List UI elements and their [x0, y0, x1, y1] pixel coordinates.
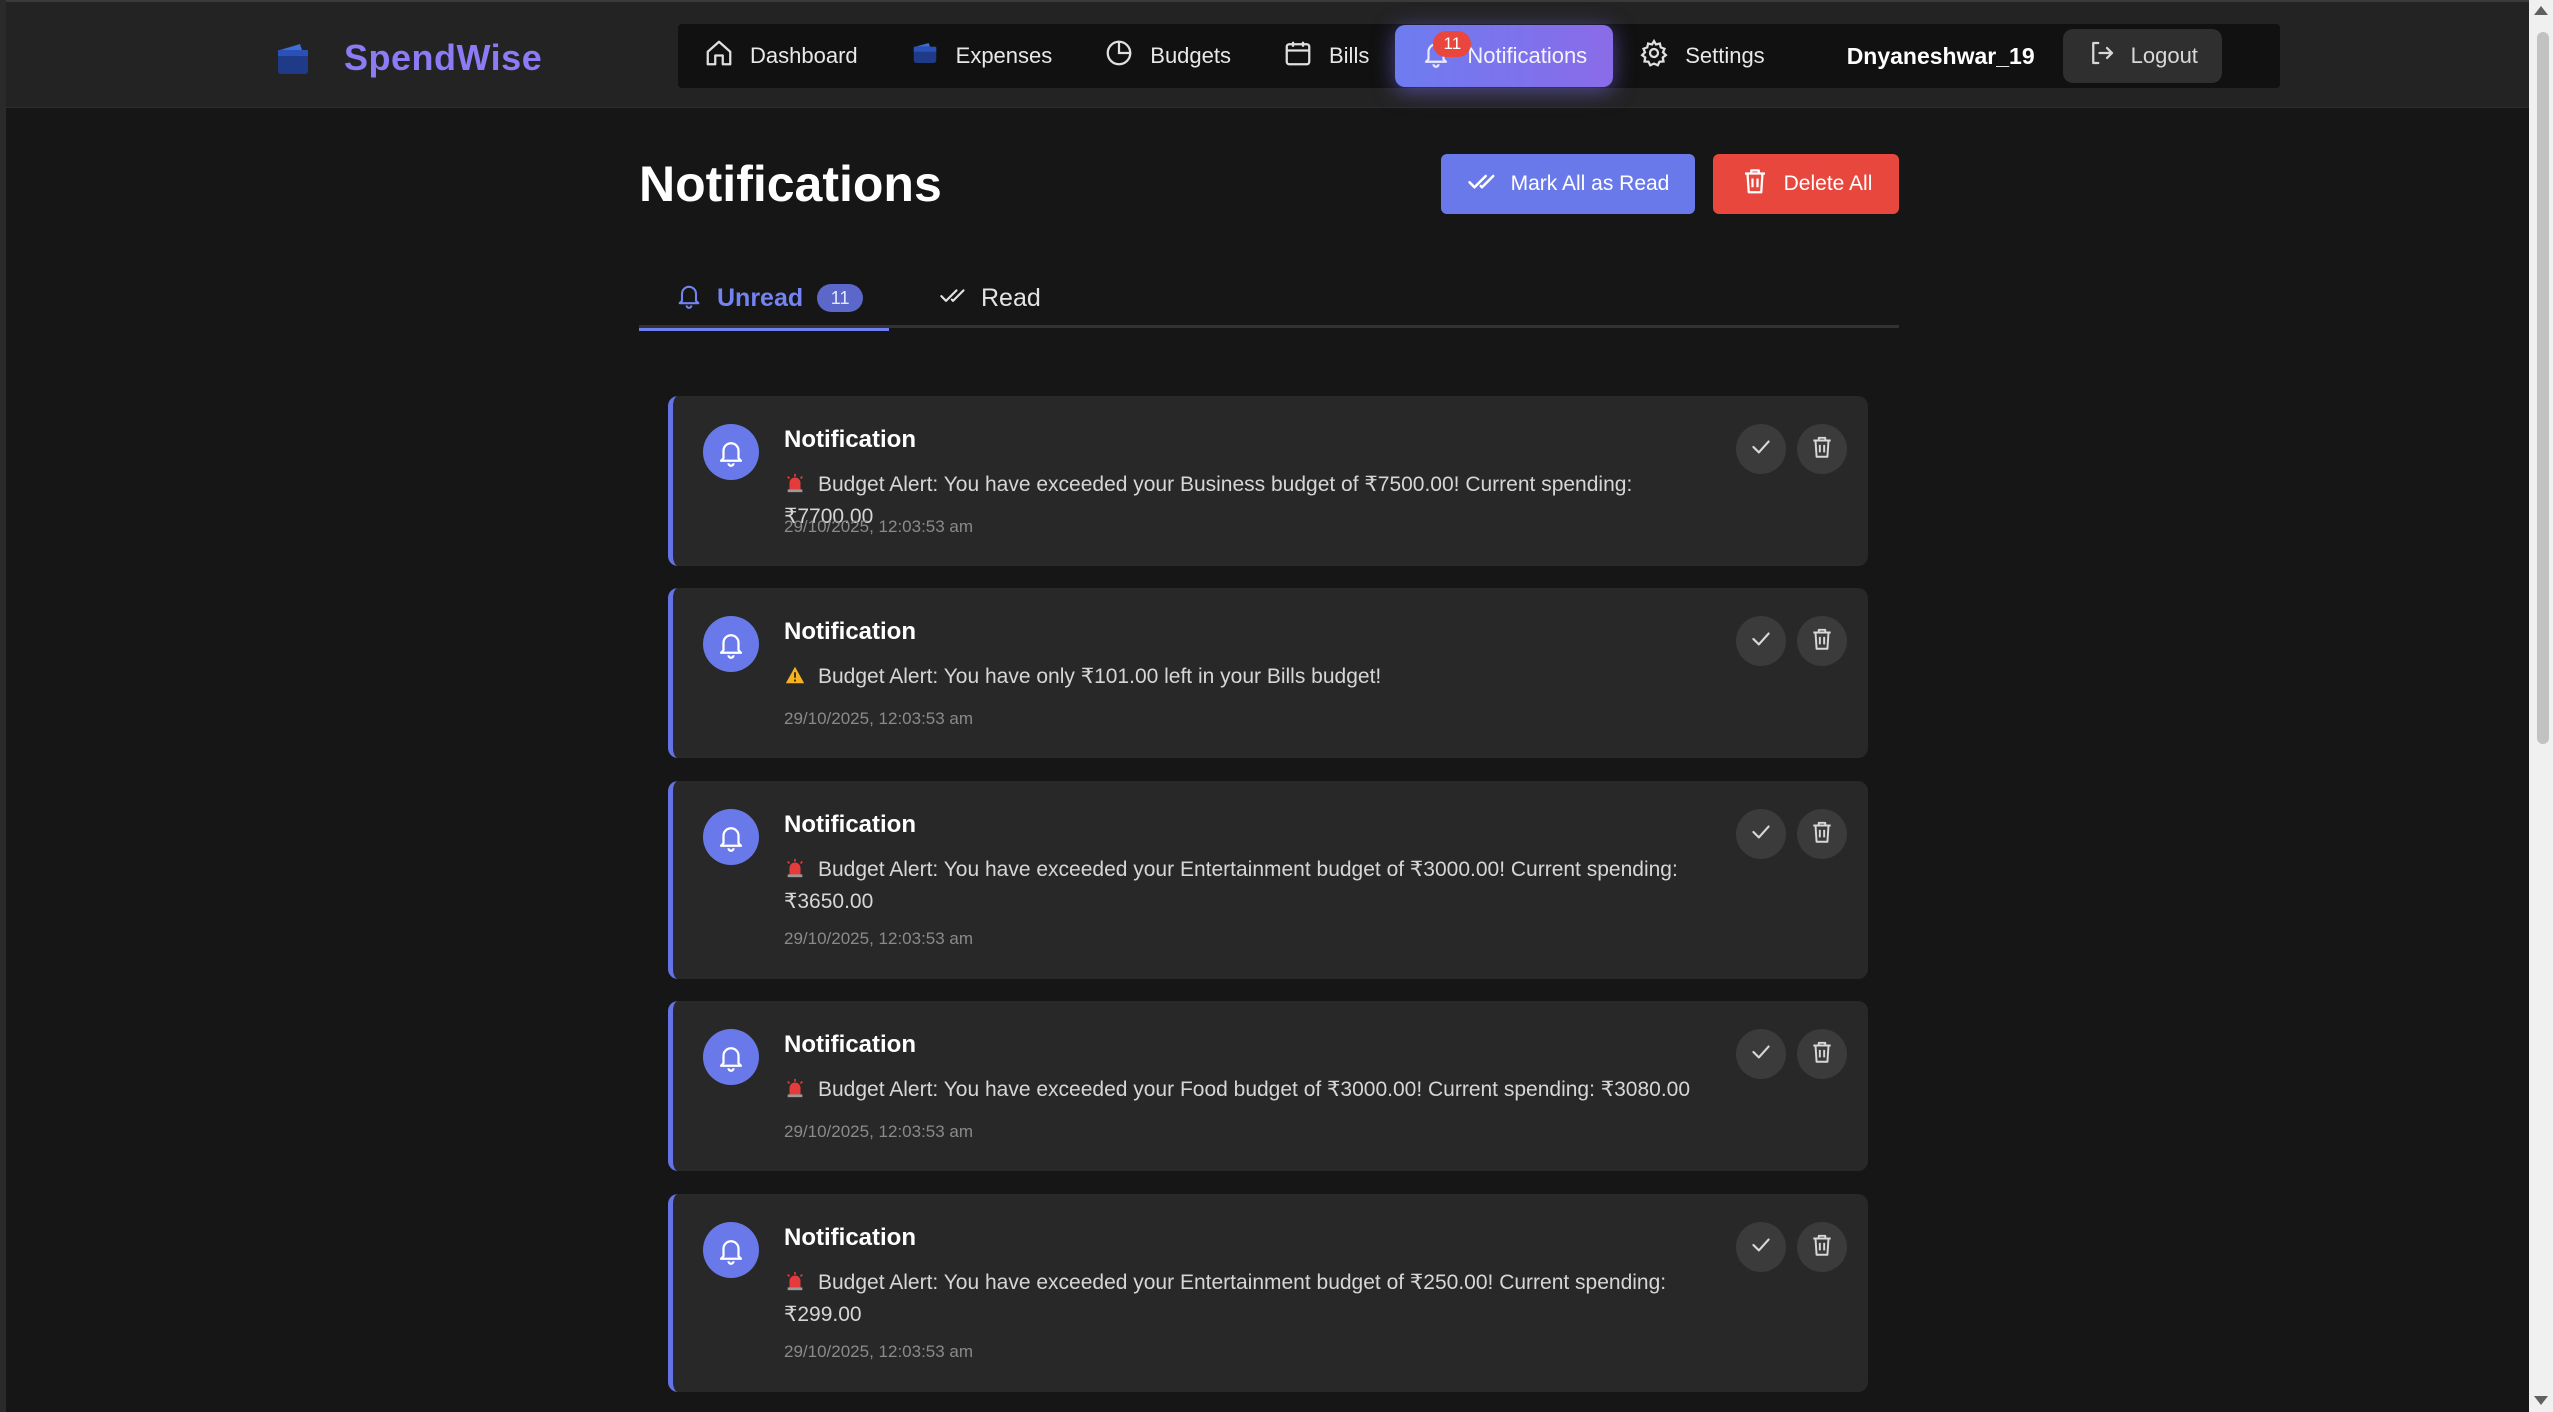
- delete-all-label: Delete All: [1783, 172, 1873, 195]
- scroll-down-arrow-icon[interactable]: [2534, 1396, 2548, 1405]
- warning-icon: [784, 664, 808, 694]
- tab-unread-label: Unread: [717, 283, 804, 312]
- gear-icon: [1639, 38, 1669, 74]
- trash-icon: [1809, 626, 1835, 657]
- notification-count-badge: 11: [1433, 31, 1472, 57]
- nav-item-settings[interactable]: Settings: [1613, 25, 1791, 87]
- nav-item-budgets[interactable]: Budgets: [1078, 25, 1257, 87]
- notification-card: Notification Budget Alert: You have exce…: [668, 781, 1868, 979]
- notification-text: Budget Alert: You have exceeded your Ent…: [784, 858, 1678, 913]
- siren-icon: [784, 1270, 808, 1300]
- nav-item-notifications[interactable]: 11 Notifications: [1395, 25, 1614, 87]
- logout-icon: [2087, 38, 2117, 74]
- bell-icon: [703, 809, 759, 865]
- bell-icon: [703, 616, 759, 672]
- bell-icon: [703, 424, 759, 480]
- delete-button[interactable]: [1797, 616, 1847, 666]
- notification-text: Budget Alert: You have exceeded your Foo…: [818, 1078, 1691, 1101]
- trash-icon: [1809, 1232, 1835, 1263]
- bell-icon: [703, 1222, 759, 1278]
- check-icon: [1748, 1232, 1774, 1263]
- scroll-up-arrow-icon[interactable]: [2534, 6, 2548, 15]
- logout-label: Logout: [2130, 43, 2198, 68]
- mark-read-button[interactable]: [1736, 424, 1786, 474]
- unread-count-badge: 11: [817, 284, 864, 312]
- notification-title: Notification: [784, 1031, 916, 1058]
- pie-chart-icon: [1104, 38, 1134, 74]
- notification-message: Budget Alert: You have only ₹101.00 left…: [784, 662, 1704, 694]
- notification-text: Budget Alert: You have only ₹101.00 left…: [818, 665, 1382, 688]
- nav-label: Bills: [1329, 43, 1370, 68]
- trash-icon: [1740, 166, 1770, 202]
- trash-icon: [1809, 434, 1835, 465]
- window-frame-left: [0, 0, 6, 1412]
- notification-card: Notification Budget Alert: You have only…: [668, 588, 1868, 758]
- wallet-icon: [910, 38, 940, 74]
- notification-message: Budget Alert: You have exceeded your Foo…: [784, 1075, 1704, 1107]
- notification-card: Notification Budget Alert: You have exce…: [668, 396, 1868, 566]
- mark-read-button[interactable]: [1736, 809, 1786, 859]
- check-icon: [1748, 626, 1774, 657]
- brand-name: SpendWise: [344, 37, 543, 78]
- notification-time: 29/10/2025, 12:03:53 am: [784, 929, 974, 948]
- notification-tabs: Unread 11 Read: [639, 268, 1899, 331]
- tab-read-label: Read: [981, 283, 1041, 312]
- siren-icon: [784, 472, 808, 502]
- siren-icon: [784, 857, 808, 887]
- home-icon: [704, 38, 734, 74]
- delete-all-button[interactable]: Delete All: [1713, 154, 1899, 214]
- siren-icon: [784, 1077, 808, 1107]
- nav-label: Expenses: [955, 43, 1053, 68]
- notification-time: 29/10/2025, 12:03:53 am: [784, 1122, 974, 1141]
- wallet-logo-icon: [274, 38, 314, 78]
- mark-read-button[interactable]: [1736, 616, 1786, 666]
- page-title: Notifications: [639, 156, 942, 212]
- notification-time: 29/10/2025, 12:03:53 am: [784, 1342, 974, 1361]
- notification-time: 29/10/2025, 12:03:53 am: [784, 709, 974, 728]
- mark-read-button[interactable]: [1736, 1029, 1786, 1079]
- notification-message: Budget Alert: You have exceeded your Ent…: [784, 1268, 1704, 1329]
- notification-card: Notification Budget Alert: You have exce…: [668, 1001, 1868, 1171]
- notification-title: Notification: [784, 618, 916, 645]
- main-nav: Dashboard Expenses Budgets Bills 11 Noti…: [678, 24, 2280, 88]
- check-icon: [1748, 1039, 1774, 1070]
- nav-label: Settings: [1685, 43, 1765, 68]
- double-check-icon: [1467, 166, 1497, 202]
- username: Dnyaneshwar_19: [1846, 42, 2035, 69]
- nav-label: Dashboard: [750, 43, 858, 68]
- notification-time: 29/10/2025, 12:03:53 am: [784, 517, 974, 536]
- delete-button[interactable]: [1797, 1029, 1847, 1079]
- trash-icon: [1809, 819, 1835, 850]
- notification-title: Notification: [784, 426, 916, 453]
- nav-item-expenses[interactable]: Expenses: [884, 25, 1079, 87]
- nav-label: Budgets: [1150, 43, 1231, 68]
- brand[interactable]: SpendWise: [274, 32, 542, 84]
- tab-unread[interactable]: Unread 11: [639, 268, 889, 331]
- bell-icon: [675, 281, 703, 316]
- tab-read[interactable]: Read: [939, 268, 1041, 328]
- scrollbar-thumb[interactable]: [2537, 32, 2549, 744]
- notification-title: Notification: [784, 1224, 916, 1251]
- calendar-icon: [1283, 38, 1313, 74]
- delete-button[interactable]: [1797, 809, 1847, 859]
- mark-all-read-label: Mark All as Read: [1510, 172, 1670, 195]
- check-icon: [1748, 819, 1774, 850]
- mark-read-button[interactable]: [1736, 1222, 1786, 1272]
- mark-all-read-button[interactable]: Mark All as Read: [1441, 154, 1695, 214]
- nav-label: Notifications: [1467, 43, 1588, 68]
- notification-title: Notification: [784, 811, 916, 838]
- logout-button[interactable]: Logout: [2062, 29, 2222, 83]
- nav-item-bills[interactable]: Bills: [1257, 25, 1395, 87]
- delete-button[interactable]: [1797, 424, 1847, 474]
- nav-item-dashboard[interactable]: Dashboard: [678, 25, 884, 87]
- bell-icon: [703, 1029, 759, 1085]
- trash-icon: [1809, 1039, 1835, 1070]
- notification-card: Notification Budget Alert: You have exce…: [668, 1194, 1868, 1392]
- delete-button[interactable]: [1797, 1222, 1847, 1272]
- check-icon: [1748, 434, 1774, 465]
- notification-text: Budget Alert: You have exceeded your Ent…: [784, 1271, 1667, 1326]
- double-check-icon: [939, 281, 967, 316]
- app-header: SpendWise Dashboard Expenses Budgets Bil…: [6, 2, 2529, 108]
- notification-message: Budget Alert: You have exceeded your Ent…: [784, 855, 1704, 916]
